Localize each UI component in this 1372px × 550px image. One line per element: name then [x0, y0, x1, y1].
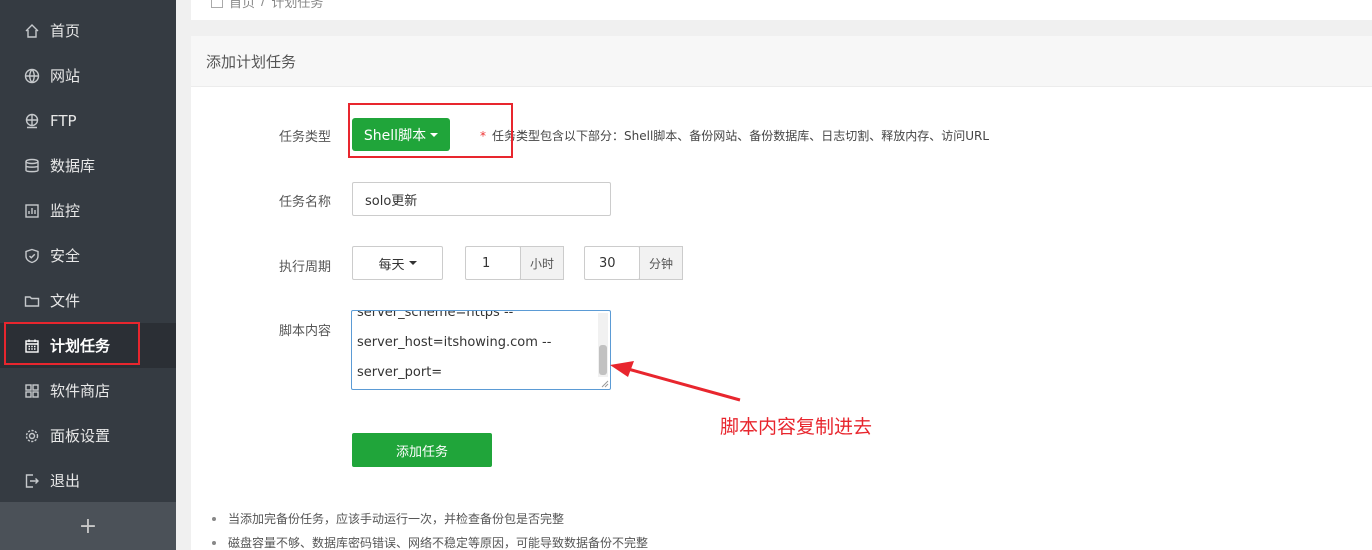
add-task-button[interactable]: 添加任务: [352, 433, 492, 467]
sidebar-item-label: 首页: [50, 22, 81, 40]
script-line: server_scheme=https --: [357, 310, 514, 320]
folder-icon: [24, 293, 40, 309]
sidebar-item-label: 面板设置: [50, 427, 111, 445]
task-name-input[interactable]: solo更新: [352, 182, 611, 216]
script-label: 脚本内容: [278, 324, 331, 339]
sidebar-item-label: 退出: [50, 472, 81, 490]
period-dropdown[interactable]: 每天: [352, 246, 443, 280]
home-icon: [211, 0, 223, 8]
minute-input[interactable]: 30: [584, 246, 640, 280]
script-line: server_host=itshowing.com --: [357, 335, 552, 350]
sidebar-item-home[interactable]: 首页: [0, 8, 176, 53]
schedule-label: 执行周期: [278, 260, 331, 275]
apps-icon: [24, 383, 40, 399]
panel-title: 添加计划任务: [191, 36, 1372, 87]
globe-icon: [24, 68, 40, 84]
ftp-icon: [24, 113, 40, 129]
sidebar-item-database[interactable]: 数据库: [0, 143, 176, 188]
hour-input[interactable]: 1: [465, 246, 521, 280]
annotation-box-task-type: [348, 103, 513, 158]
sidebar-item-files[interactable]: 文件: [0, 278, 176, 323]
sidebar-item-security[interactable]: 安全: [0, 233, 176, 278]
task-name-label: 任务名称: [278, 195, 331, 210]
sidebar-item-ftp[interactable]: FTP: [0, 98, 176, 143]
hour-value: 1: [482, 255, 491, 271]
sidebar-item-website[interactable]: 网站: [0, 53, 176, 98]
sidebar-item-label: FTP: [50, 111, 77, 130]
breadcrumb: 首页 / 计划任务: [191, 0, 1372, 20]
breadcrumb-current: 计划任务: [271, 0, 324, 11]
period-value: 每天: [378, 257, 405, 273]
notes-list: 当添加完备份任务，应该手动运行一次，并检查备份包是否完整 磁盘容量不够、数据库密…: [209, 510, 648, 550]
caret-down-icon: [408, 261, 417, 265]
sidebar-item-label: 监控: [50, 202, 81, 220]
sidebar-item-label: 数据库: [50, 157, 96, 175]
home-icon: [24, 23, 40, 39]
sidebar-item-app-store[interactable]: 软件商店: [0, 368, 176, 413]
logout-icon: [24, 473, 40, 489]
sidebar-item-label: 软件商店: [50, 382, 111, 400]
sidebar-item-label: 文件: [50, 292, 81, 310]
sidebar-item-settings[interactable]: 面板设置: [0, 413, 176, 458]
gear-icon: [24, 428, 40, 444]
task-name-value: solo更新: [365, 193, 418, 209]
shield-icon: [24, 248, 40, 264]
sidebar-item-label: 安全: [50, 247, 81, 265]
annotation-box-sidebar: [4, 322, 140, 365]
sidebar-item-logout[interactable]: 退出: [0, 458, 176, 503]
breadcrumb-separator: /: [261, 0, 266, 9]
annotation-text: 脚本内容复制进去: [720, 416, 873, 438]
list-item: 磁盘容量不够、数据库密码错误、网络不稳定等原因，可能导致数据备份不完整: [209, 534, 648, 550]
hour-unit: 小时: [520, 246, 564, 280]
monitor-icon: [24, 203, 40, 219]
minute-value: 30: [599, 255, 616, 271]
minute-unit: 分钟: [639, 246, 683, 280]
breadcrumb-home[interactable]: 首页: [229, 0, 255, 11]
sidebar-collapse-button[interactable]: +: [0, 502, 176, 550]
task-type-label: 任务类型: [278, 130, 331, 145]
sidebar-item-label: 网站: [50, 67, 81, 85]
script-line: server_port=: [357, 365, 443, 380]
script-textarea[interactable]: server_scheme=https -- server_host=itsho…: [351, 310, 611, 390]
sidebar-item-monitor[interactable]: 监控: [0, 188, 176, 233]
sidebar: 首页 网站 FTP 数据库 监控 安全 文件 计划任务 软件商店 面板设置 退出…: [0, 0, 176, 550]
task-type-hint-text: 任务类型包含以下部分：Shell脚本、备份网站、备份数据库、日志切割、释放内存、…: [492, 129, 990, 143]
database-icon: [24, 158, 40, 174]
annotation-arrow-icon: [610, 361, 741, 402]
list-item: 当添加完备份任务，应该手动运行一次，并检查备份包是否完整: [209, 510, 648, 534]
task-type-hint: * 任务类型包含以下部分：Shell脚本、备份网站、备份数据库、日志切割、释放内存…: [480, 127, 989, 144]
